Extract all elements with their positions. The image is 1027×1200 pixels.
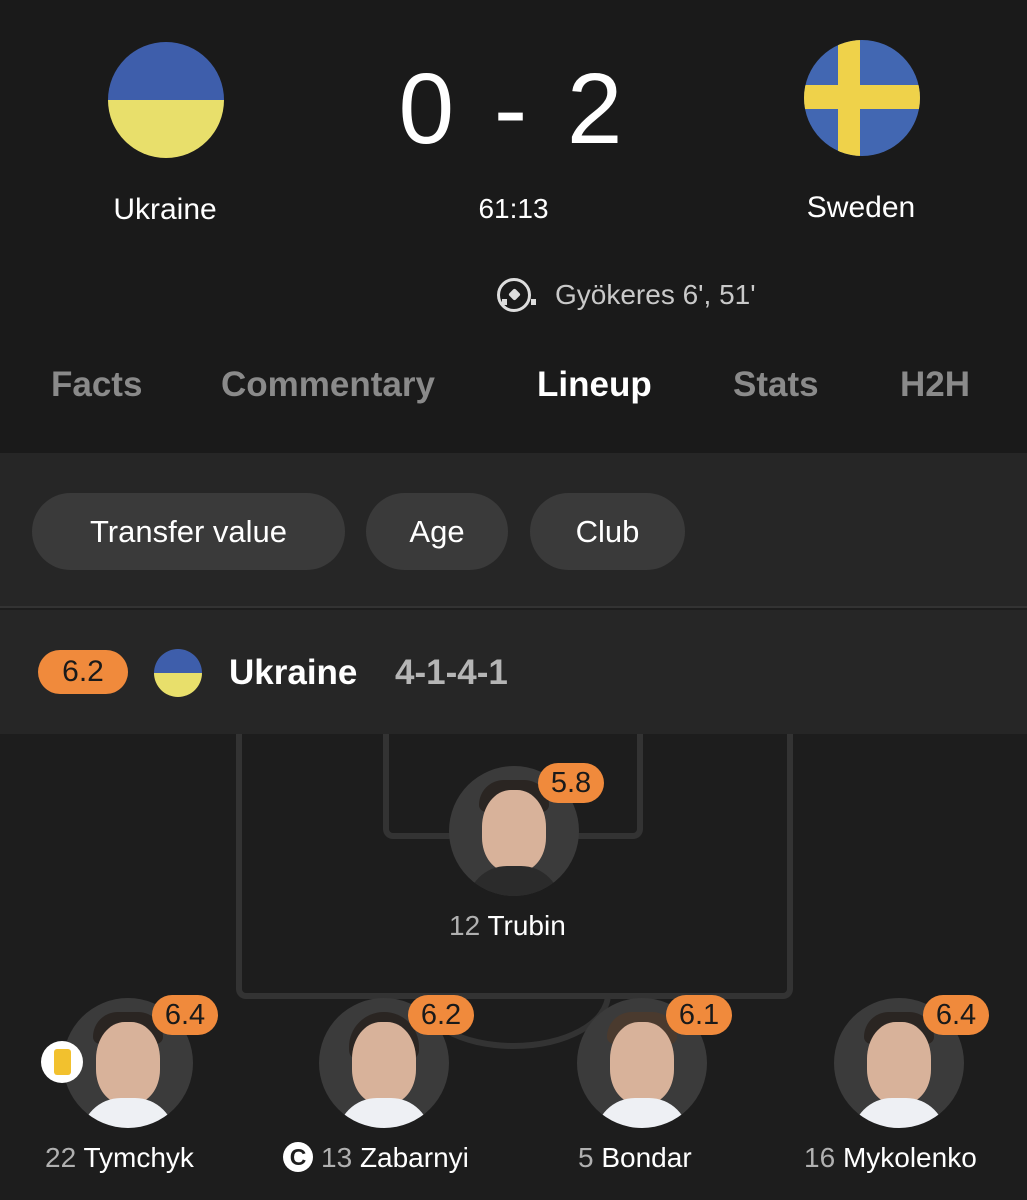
- player-name: 5 Bondar: [578, 1142, 692, 1174]
- yellow-card-icon: [41, 1041, 83, 1083]
- football-icon: [497, 278, 536, 312]
- ukraine-flag-icon: [154, 649, 202, 697]
- tab-commentary[interactable]: Commentary: [221, 365, 435, 405]
- lineup-team-name: Ukraine: [229, 653, 358, 692]
- tab-facts[interactable]: Facts: [51, 365, 142, 405]
- formation: 4-1-4-1: [395, 653, 508, 692]
- away-team-name[interactable]: Sweden: [751, 191, 971, 225]
- player-name: C 13 Zabarnyi: [283, 1142, 469, 1174]
- player-last-name: Zabarnyi: [359, 1142, 469, 1173]
- filter-club-button[interactable]: Club: [530, 493, 685, 570]
- tab-stats[interactable]: Stats: [733, 365, 819, 405]
- player-last-name: Bondar: [601, 1142, 692, 1173]
- player-name: 16 Mykolenko: [804, 1142, 977, 1174]
- filter-transfer-value-button[interactable]: Transfer value: [32, 493, 345, 570]
- player-rating-badge: 5.8: [538, 763, 604, 803]
- player-number: 12: [449, 910, 481, 941]
- player-zabarnyi[interactable]: 6.2 C 13 Zabarnyi: [256, 995, 516, 1178]
- captain-icon: C: [283, 1142, 313, 1172]
- player-mykolenko[interactable]: 6.4 16 Mykolenko: [767, 995, 1027, 1178]
- player-rating-badge: 6.4: [923, 995, 989, 1035]
- player-trubin[interactable]: 5.8 12 Trubin: [384, 763, 644, 946]
- player-number: 5: [578, 1142, 594, 1173]
- pitch: 5.8 12 Trubin 6.4 22 Tymchyk 6.2 C 13 Zab…: [0, 734, 1027, 1200]
- player-number: 16: [804, 1142, 836, 1173]
- match-tabs: Facts Commentary Lineup Stats H2H: [0, 365, 1027, 415]
- player-last-name: Trubin: [487, 910, 566, 941]
- player-number: 22: [45, 1142, 77, 1173]
- team-lineup-header: 6.2 Ukraine 4-1-4-1: [0, 610, 1027, 734]
- player-number: 13: [321, 1142, 353, 1173]
- player-name: 12 Trubin: [449, 910, 566, 942]
- player-name: 22 Tymchyk: [45, 1142, 194, 1174]
- tab-h2h[interactable]: H2H: [900, 365, 970, 405]
- goal-scorers: Gyökeres 6', 51': [497, 278, 756, 312]
- player-last-name: Tymchyk: [83, 1142, 194, 1173]
- lineup-filter-bar: Transfer value Age Club: [0, 453, 1027, 608]
- sweden-flag-icon[interactable]: [804, 40, 920, 156]
- filter-age-button[interactable]: Age: [366, 493, 508, 570]
- player-bondar[interactable]: 6.1 5 Bondar: [512, 995, 772, 1178]
- player-last-name: Mykolenko: [842, 1142, 977, 1173]
- player-tymchyk[interactable]: 6.4 22 Tymchyk: [0, 995, 260, 1178]
- scorer-text: Gyökeres 6', 51': [555, 279, 756, 310]
- tab-lineup[interactable]: Lineup: [537, 365, 652, 405]
- player-rating-badge: 6.1: [666, 995, 732, 1035]
- player-rating-badge: 6.4: [152, 995, 218, 1035]
- player-rating-badge: 6.2: [408, 995, 474, 1035]
- team-rating-badge: 6.2: [38, 650, 128, 694]
- match-header: Ukraine 0 - 2 61:13 Sweden Gyökeres 6', …: [0, 0, 1027, 453]
